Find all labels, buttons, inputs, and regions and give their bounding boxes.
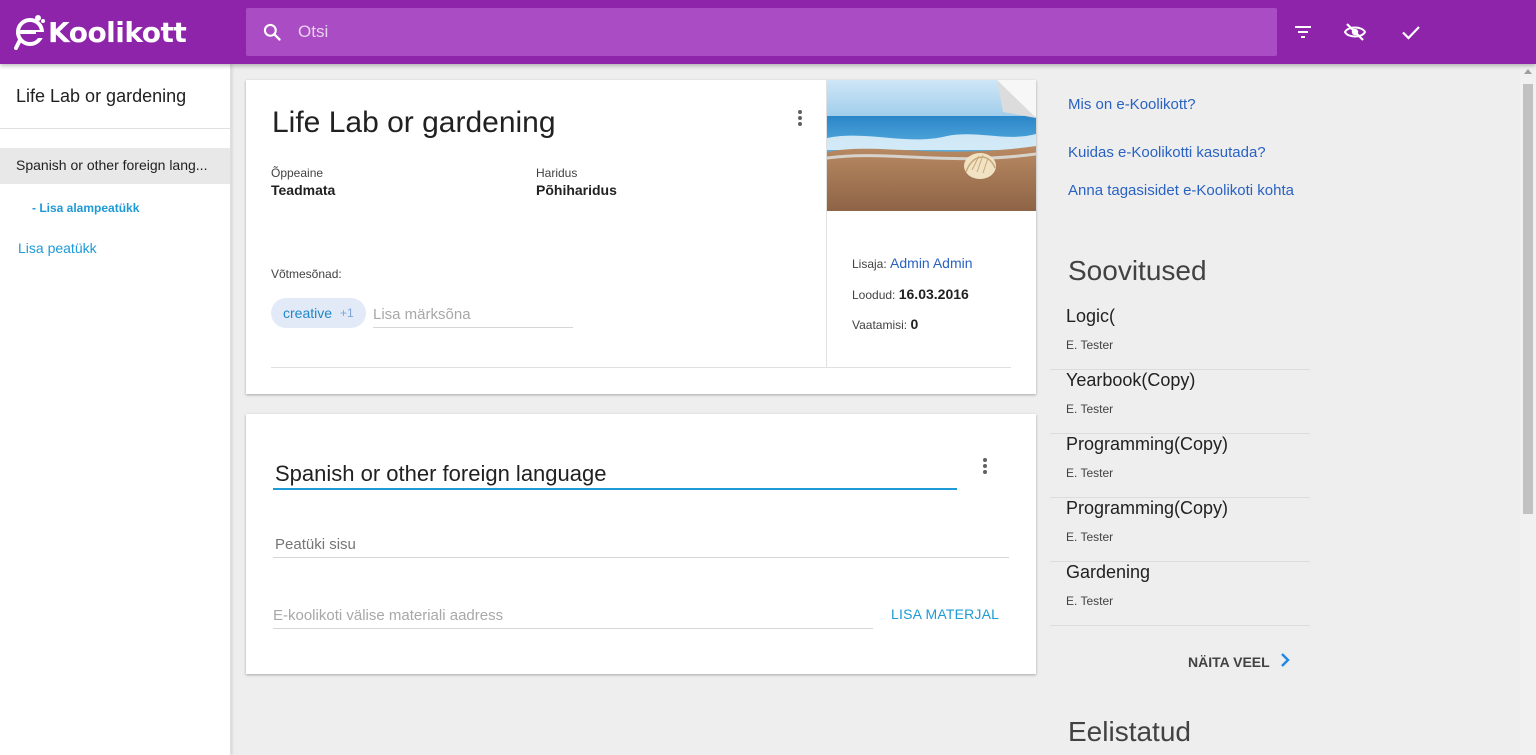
logo-e-icon xyxy=(14,12,48,52)
add-chapter-link[interactable]: Lisa peatükk xyxy=(18,240,97,256)
keyword-chip-more: +1 xyxy=(340,306,354,320)
material-title: Life Lab or gardening xyxy=(272,106,556,139)
filter-icon[interactable] xyxy=(1291,20,1315,44)
material-card: Life Lab or gardening Õppeaine Teadmata … xyxy=(246,80,1036,394)
added-by-label: Lisaja: xyxy=(852,257,887,271)
recommendation-author: E. Tester xyxy=(1066,594,1114,608)
logo-text: Koolikott xyxy=(48,15,187,49)
recommendation-title: Gardening xyxy=(1066,562,1151,582)
recommendation-title: Programming(Copy) xyxy=(1066,498,1229,518)
sidebar-divider xyxy=(0,128,230,129)
recommendation-item[interactable]: Programming(Copy) E. Tester xyxy=(1050,434,1310,498)
created-label: Loodud: xyxy=(852,288,896,302)
education-label: Haridus xyxy=(536,166,578,180)
show-more-button[interactable]: NÄITA VEEL xyxy=(1188,653,1290,670)
visibility-off-icon[interactable] xyxy=(1343,20,1367,44)
recommendation-author: E. Tester xyxy=(1066,466,1114,480)
recommendation-author: E. Tester xyxy=(1066,402,1114,416)
scrollbar-thumb[interactable] xyxy=(1523,84,1533,514)
views-label: Vaatamisi: xyxy=(852,318,908,332)
recommendation-title: Yearbook(Copy) xyxy=(1066,370,1196,390)
views-row: Vaatamisi: 0 xyxy=(852,316,918,332)
show-more-label: NÄITA VEEL xyxy=(1188,653,1270,670)
add-subchapter-link[interactable]: - Lisa alampeatükk xyxy=(32,201,139,215)
scroll-up-arrow-icon[interactable] xyxy=(1524,69,1532,74)
chevron-right-icon xyxy=(1280,653,1290,670)
recommendation-title: Logic( xyxy=(1066,306,1116,326)
chapter-title-input[interactable] xyxy=(273,460,957,490)
recommendation-item[interactable]: Programming(Copy) E. Tester xyxy=(1050,498,1310,562)
added-by-link[interactable]: Admin Admin xyxy=(890,255,972,271)
search-input[interactable] xyxy=(298,8,1258,56)
app-header: Koolikott xyxy=(0,0,1536,64)
preferred-heading: Eelistatud xyxy=(1068,716,1191,747)
sidebar-title[interactable]: Life Lab or gardening xyxy=(16,86,186,107)
keywords-label: Võtmesõnad: xyxy=(271,267,342,281)
sidebar-item-chapter[interactable]: Spanish or other foreign lang... xyxy=(0,148,230,184)
page-scrollbar[interactable] xyxy=(1520,64,1536,755)
sidebar: Life Lab or gardening Spanish or other f… xyxy=(0,64,231,755)
recommendation-author: E. Tester xyxy=(1066,530,1114,544)
created-row: Loodud: 16.03.2016 xyxy=(852,286,969,302)
material-thumbnail[interactable] xyxy=(827,80,1036,211)
more-vert-icon[interactable] xyxy=(790,108,810,132)
logo[interactable]: Koolikott xyxy=(14,10,187,54)
material-url-input[interactable] xyxy=(273,603,873,629)
chapter-card: LISA MATERJAL xyxy=(246,414,1036,674)
feedback-link[interactable]: Anna tagasisidet e-Koolikoti kohta xyxy=(1068,181,1298,201)
chapter-content-input[interactable] xyxy=(273,532,1009,558)
added-by-row: Lisaja: Admin Admin xyxy=(852,255,973,271)
help-link-how-to-use[interactable]: Kuidas e-Koolikotti kasutada? xyxy=(1068,143,1266,163)
add-material-button[interactable]: LISA MATERJAL xyxy=(891,606,999,622)
keyword-input[interactable] xyxy=(373,302,573,328)
chapter-more-vert-icon[interactable] xyxy=(975,456,995,480)
card-divider xyxy=(271,367,1011,368)
subject-value: Teadmata xyxy=(271,182,336,198)
recommendation-item[interactable]: Yearbook(Copy) E. Tester xyxy=(1050,370,1310,434)
recommendations-heading: Soovitused xyxy=(1068,255,1207,286)
recommendation-item[interactable]: Gardening E. Tester xyxy=(1050,562,1310,626)
recommendation-author: E. Tester xyxy=(1066,338,1114,352)
keyword-chip-label: creative xyxy=(283,305,333,321)
recommendation-item[interactable]: Logic( E. Tester xyxy=(1050,306,1310,370)
created-value: 16.03.2016 xyxy=(898,286,969,302)
views-value: 0 xyxy=(910,316,919,332)
education-value: Põhiharidus xyxy=(536,182,617,198)
search-bar xyxy=(246,8,1277,56)
recommendation-title: Programming(Copy) xyxy=(1066,434,1229,454)
check-icon[interactable] xyxy=(1399,20,1423,44)
subject-label: Õppeaine xyxy=(271,166,324,180)
help-link-what-is[interactable]: Mis on e-Koolikott? xyxy=(1068,95,1196,115)
keyword-chip[interactable]: creative +1 xyxy=(271,298,366,328)
search-icon[interactable] xyxy=(262,22,282,47)
